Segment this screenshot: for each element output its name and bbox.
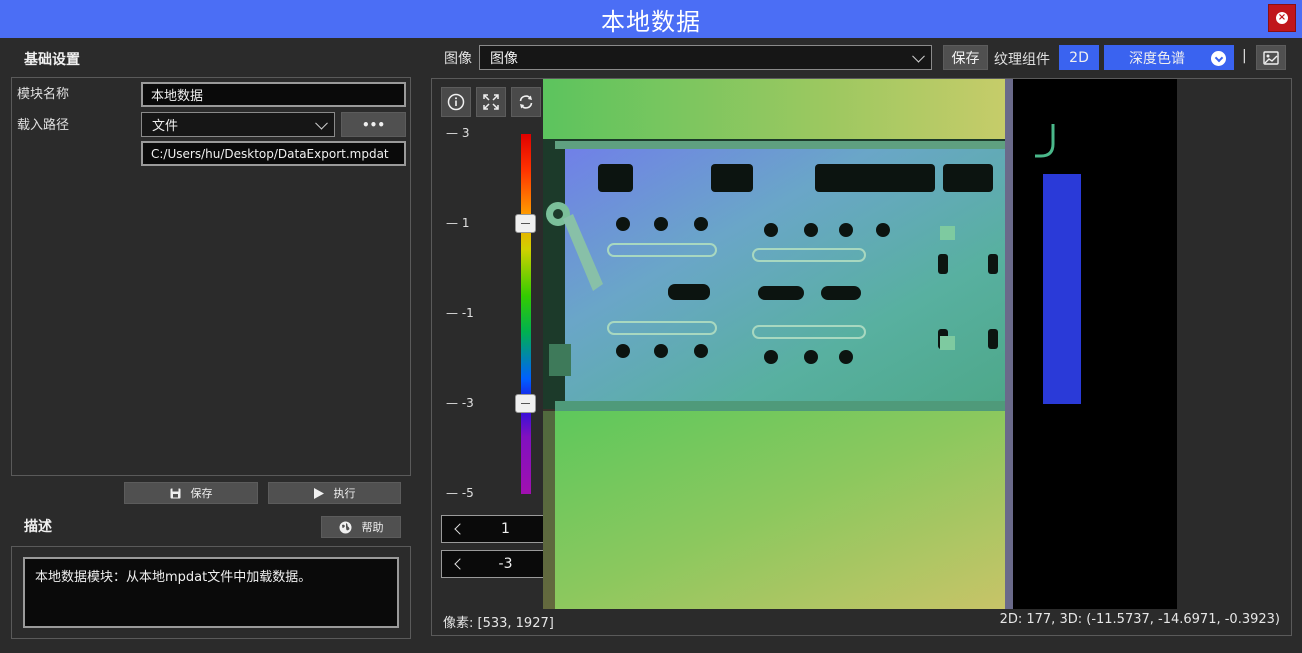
fit-view-button[interactable]: [476, 87, 506, 117]
depth-color-bar: [521, 134, 531, 494]
module-name-label: 模块名称: [17, 87, 70, 102]
close-icon: ×: [1276, 12, 1288, 24]
scale-tick: — 1: [446, 216, 470, 230]
browse-button[interactable]: •••: [341, 112, 406, 137]
help-button[interactable]: 帮助: [321, 516, 401, 538]
play-icon: [313, 487, 324, 499]
scale-tick: — -5: [446, 486, 474, 500]
save-button[interactable]: 保存: [124, 482, 258, 504]
load-path-type-value: 文件: [152, 119, 179, 134]
module-name-field[interactable]: 本地数据: [141, 82, 406, 107]
image-save-button[interactable]: [1256, 45, 1286, 70]
load-path-type-select[interactable]: 文件: [141, 112, 335, 137]
image-save-icon: [1263, 50, 1279, 65]
image-select[interactable]: 图像: [479, 45, 932, 70]
description-text: 本地数据模块：从本地mpdat文件中加载数据。: [23, 557, 399, 628]
scale-tick: — -1: [446, 306, 474, 320]
chevron-down-icon: [315, 116, 328, 130]
lower-range-handle[interactable]: [515, 394, 536, 413]
run-button-label: 执行: [333, 487, 356, 500]
image-select-value: 图像: [490, 50, 518, 67]
globe-icon: [339, 521, 351, 533]
window-title: 本地数据: [601, 7, 701, 36]
texture-label: 纹理组件: [994, 52, 1050, 68]
refresh-button[interactable]: [511, 87, 541, 117]
toolbar-save-button[interactable]: 保存: [943, 45, 988, 70]
description-title: 描述: [24, 519, 52, 535]
image-label: 图像: [444, 51, 472, 67]
scale-tick: — 3: [446, 126, 470, 140]
run-button[interactable]: 执行: [268, 482, 401, 504]
info-button[interactable]: [441, 87, 471, 117]
chevron-down-icon: [912, 49, 925, 63]
path-field[interactable]: C:/Users/hu/Desktop/DataExport.mpdat: [141, 141, 406, 166]
coordinate-readout: 2D: 177, 3D: (-11.5737, -14.6971, -0.392…: [999, 612, 1280, 627]
pixel-readout: 像素: [533, 1927]: [443, 616, 554, 631]
scale-tick: — -3: [446, 396, 474, 410]
save-button-label: 保存: [190, 487, 213, 500]
depth-image-render: [543, 79, 1177, 609]
upper-range-handle[interactable]: [515, 214, 536, 233]
mode-2d-button[interactable]: 2D: [1059, 45, 1099, 70]
chevron-left-icon[interactable]: [450, 521, 466, 537]
toolbar-separator: |: [1242, 48, 1247, 64]
close-button[interactable]: ×: [1268, 4, 1296, 32]
info-icon: [447, 93, 465, 111]
fit-view-icon: [483, 94, 499, 110]
upper-value: 1: [501, 521, 510, 537]
chevron-down-icon: [1211, 51, 1226, 66]
load-path-label: 载入路径: [17, 118, 70, 133]
chevron-left-icon[interactable]: [450, 556, 466, 572]
title-bar: 本地数据 ×: [0, 0, 1302, 38]
colormap-value: 深度色谱: [1129, 50, 1185, 67]
refresh-icon: [519, 95, 533, 109]
lower-value: -3: [498, 556, 513, 572]
save-icon: [170, 488, 180, 498]
colormap-select[interactable]: 深度色谱: [1104, 45, 1234, 70]
help-button-label: 帮助: [361, 521, 384, 534]
depth-image[interactable]: [543, 79, 1177, 609]
basic-settings-title: 基础设置: [24, 52, 80, 68]
